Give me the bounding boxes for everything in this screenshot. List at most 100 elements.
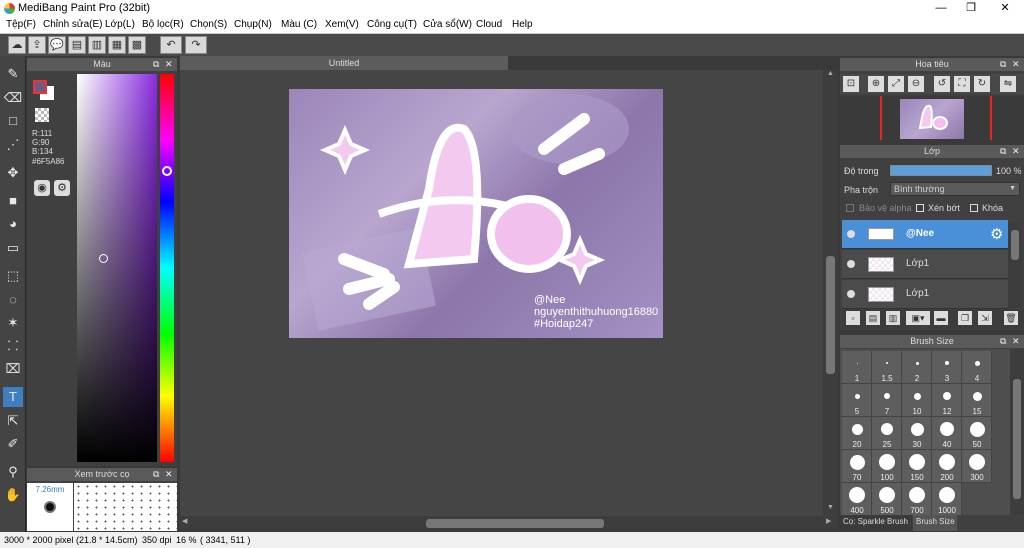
- palette-settings-icon[interactable]: ⚙: [54, 180, 70, 196]
- brush-size-option[interactable]: 200: [932, 450, 962, 483]
- delete-layer-icon[interactable]: 🗑: [1004, 311, 1018, 325]
- layer-scroll-thumb[interactable]: [1011, 230, 1019, 260]
- layer-row[interactable]: Lớp1: [842, 280, 1008, 309]
- visibility-icon[interactable]: [847, 230, 855, 238]
- menu-layer[interactable]: Lớp(L): [105, 19, 135, 30]
- brush-size-scrollbar[interactable]: [1010, 349, 1024, 515]
- brush-size-option[interactable]: 12: [932, 384, 962, 417]
- bucket-icon[interactable]: ◕: [3, 214, 23, 234]
- tab-sparkle-brush[interactable]: Cọ: Sparkle Brush: [840, 515, 912, 531]
- rotate-left-icon[interactable]: ↺: [934, 76, 950, 92]
- select-pen-icon[interactable]: ⸬: [3, 336, 23, 356]
- brush-size-option[interactable]: 1: [842, 351, 872, 384]
- lasso-icon[interactable]: ◌: [3, 290, 23, 310]
- eyedropper-icon[interactable]: ⚲: [3, 462, 23, 482]
- lock-checkbox[interactable]: [970, 204, 978, 212]
- palette-icon[interactable]: ◉: [34, 180, 50, 196]
- protect-alpha-checkbox[interactable]: [846, 204, 854, 212]
- visibility-icon[interactable]: [847, 290, 855, 298]
- menu-edit[interactable]: Chỉnh sửa(E): [43, 19, 103, 30]
- magic-wand-icon[interactable]: ✶: [3, 313, 23, 333]
- blend-mode-select[interactable]: Bình thường ▼: [890, 182, 1020, 196]
- share-icon[interactable]: ⇪: [28, 36, 46, 54]
- undock-icon[interactable]: ⧉: [1000, 58, 1006, 71]
- chat-icon[interactable]: 💬: [48, 36, 66, 54]
- comment-icon[interactable]: ▤: [68, 36, 86, 54]
- menu-color[interactable]: Màu (C): [281, 19, 317, 30]
- zoom-in-icon[interactable]: ⊕: [868, 76, 884, 92]
- brush-size-scroll-thumb[interactable]: [1013, 379, 1021, 499]
- navigator-thumbnail[interactable]: [900, 99, 964, 139]
- layer-scrollbar[interactable]: [1008, 222, 1022, 308]
- close-button[interactable]: ✕: [990, 0, 1020, 17]
- menu-help[interactable]: Help: [512, 19, 533, 30]
- eraser-icon[interactable]: ⌫: [3, 88, 23, 108]
- fit-window-icon[interactable]: ⛶: [954, 76, 970, 92]
- brush-size-option[interactable]: 25: [872, 417, 902, 450]
- brush-size-option[interactable]: 10: [902, 384, 932, 417]
- panel-icon[interactable]: ▦: [108, 36, 126, 54]
- brush-size-option[interactable]: 2: [902, 351, 932, 384]
- panel-close-icon[interactable]: ✕: [1012, 335, 1020, 348]
- scroll-left-icon[interactable]: ◀: [182, 517, 187, 525]
- clipping-checkbox[interactable]: [916, 204, 924, 212]
- vertical-scroll-thumb[interactable]: [826, 256, 835, 374]
- menu-select[interactable]: Chọn(S): [190, 19, 227, 30]
- select-eraser-icon[interactable]: ⌧: [3, 359, 23, 379]
- minimize-button[interactable]: —: [926, 0, 956, 17]
- menu-filter[interactable]: Bộ lọc(R): [142, 19, 184, 30]
- hue-slider[interactable]: [160, 74, 174, 462]
- brush-size-option[interactable]: 150: [902, 450, 932, 483]
- vertical-scrollbar[interactable]: ▲ ▼: [823, 70, 838, 516]
- visibility-icon[interactable]: [847, 260, 855, 268]
- horizontal-scroll-thumb[interactable]: [426, 519, 604, 528]
- brush-size-option[interactable]: 50: [962, 417, 992, 450]
- new-layer-icon[interactable]: ▫: [846, 311, 860, 325]
- saturation-value-picker[interactable]: [77, 74, 157, 462]
- fill-rect-icon[interactable]: ■: [3, 191, 23, 211]
- hand-icon[interactable]: ✋: [3, 485, 23, 505]
- menu-file[interactable]: Tệp(F): [6, 19, 36, 30]
- grid-icon[interactable]: ▩: [128, 36, 146, 54]
- gradient-icon[interactable]: ▭: [3, 238, 23, 258]
- artwork-canvas[interactable]: @Nee nguyenthithuhuong16880 #Hoidap247: [289, 89, 663, 338]
- cloud-icon[interactable]: ☁: [8, 36, 26, 54]
- menu-view[interactable]: Xem(V): [325, 19, 359, 30]
- brush-size-option[interactable]: 1000: [932, 483, 962, 516]
- move-icon[interactable]: ✥: [3, 163, 23, 183]
- brush-size-option[interactable]: 1.5: [872, 351, 902, 384]
- brush-size-option[interactable]: 7: [872, 384, 902, 417]
- brush-size-option[interactable]: 500: [872, 483, 902, 516]
- rectangle-icon[interactable]: □: [3, 111, 23, 131]
- layer-settings-gear-icon[interactable]: ⚙: [990, 225, 1003, 243]
- scroll-right-icon[interactable]: ▶: [826, 517, 831, 525]
- color-picker-cursor[interactable]: [99, 254, 108, 263]
- horizontal-scrollbar[interactable]: ◀ ▶: [180, 516, 838, 530]
- brush-size-option[interactable]: 4: [962, 351, 992, 384]
- undock-icon[interactable]: ⧉: [1000, 145, 1006, 158]
- brush-size-option[interactable]: 20: [842, 417, 872, 450]
- tab-untitled[interactable]: Untitled: [180, 56, 508, 70]
- brush-size-option[interactable]: 5: [842, 384, 872, 417]
- tab-brush-size[interactable]: Brush Size: [913, 515, 957, 531]
- brush-size-option[interactable]: 3: [932, 351, 962, 384]
- menu-capture[interactable]: Chụp(N): [234, 19, 272, 30]
- panel-close-icon[interactable]: ✕: [1012, 58, 1020, 71]
- menu-tools[interactable]: Công cụ(T): [367, 19, 417, 30]
- layer-row[interactable]: Lớp1: [842, 250, 1008, 279]
- zoom-out-icon[interactable]: ⊖: [908, 76, 924, 92]
- panel-close-icon[interactable]: ✕: [165, 468, 173, 481]
- dot-brush-icon[interactable]: ⋰: [3, 135, 23, 155]
- add-layer-dropdown-icon[interactable]: ▣▾: [906, 311, 930, 325]
- maximize-button[interactable]: ❐: [956, 0, 986, 17]
- merge-layer-icon[interactable]: ⇲: [978, 311, 992, 325]
- opacity-slider[interactable]: [890, 165, 992, 176]
- brush-size-option[interactable]: 40: [932, 417, 962, 450]
- brush-size-option[interactable]: 100: [872, 450, 902, 483]
- scroll-down-icon[interactable]: ▼: [823, 504, 838, 516]
- undock-icon[interactable]: ⧉: [1000, 335, 1006, 348]
- panel-close-icon[interactable]: ✕: [1012, 145, 1020, 158]
- flip-icon[interactable]: ⇋: [1000, 76, 1016, 92]
- undock-icon[interactable]: ⧉: [153, 468, 159, 481]
- zoom-fit-icon[interactable]: ⊡: [843, 76, 859, 92]
